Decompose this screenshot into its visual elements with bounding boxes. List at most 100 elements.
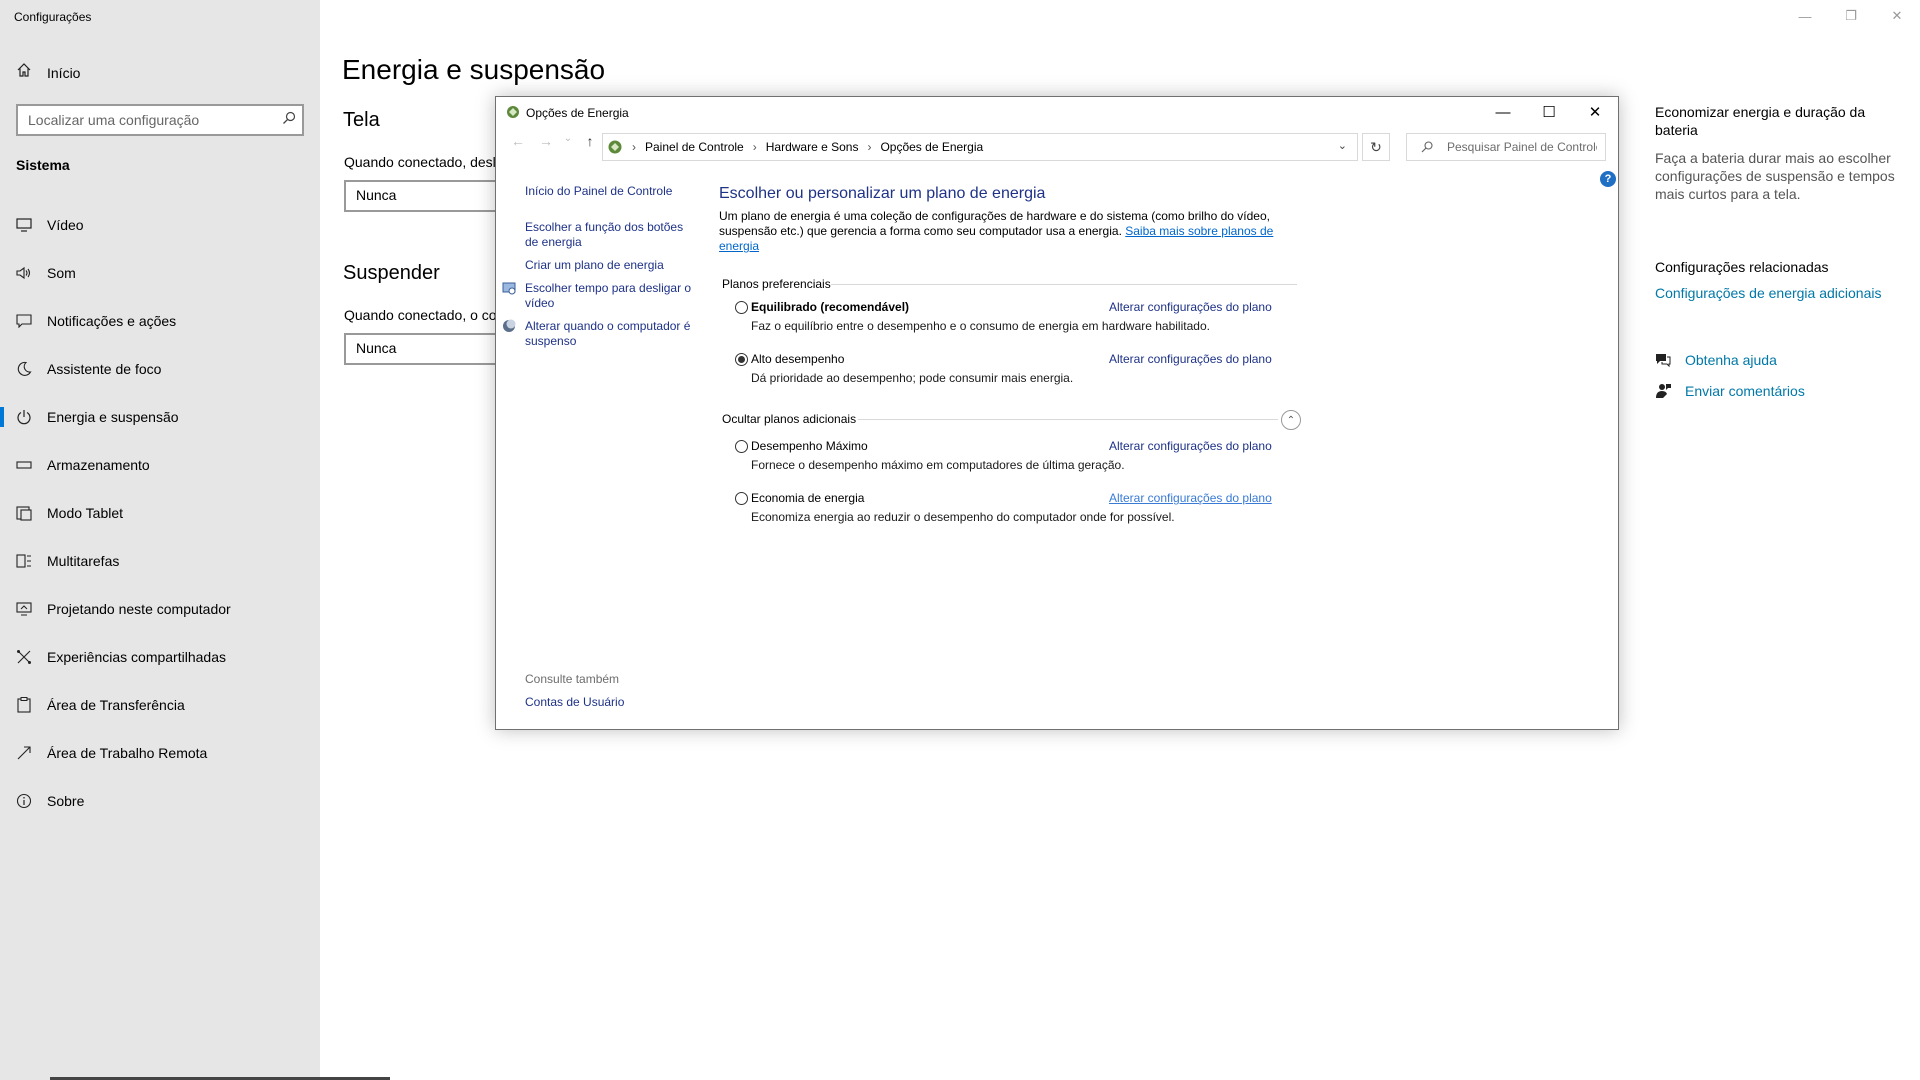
address-dropdown-icon[interactable]: ⌄ xyxy=(1338,139,1347,152)
sidebar-item-clipboard[interactable]: Área de Transferência xyxy=(0,681,320,729)
app-title: Configurações xyxy=(14,10,92,24)
refresh-icon[interactable]: ↻ xyxy=(1362,133,1390,161)
sidebar-item-label: Multitarefas xyxy=(47,553,120,569)
sidebar-item-about[interactable]: Sobre xyxy=(0,777,320,825)
search-icon xyxy=(1421,141,1433,153)
preferred-plans-heading: Planos preferenciais xyxy=(722,277,831,291)
change-plan-settings-link[interactable]: Alterar configurações do plano xyxy=(1109,491,1272,505)
breadcrumb-chevron-icon: › xyxy=(867,140,872,154)
sidebar-item-sound[interactable]: Som xyxy=(0,249,320,297)
create-plan-link[interactable]: Criar um plano de energia xyxy=(525,258,695,272)
monitor-icon xyxy=(16,217,32,233)
sidebar-item-video[interactable]: Vídeo xyxy=(0,201,320,249)
sidebar-item-notifications[interactable]: Notificações e ações xyxy=(0,297,320,345)
page-heading: Escolher ou personalizar um plano de ene… xyxy=(719,185,1046,202)
back-arrow-icon[interactable]: ← xyxy=(504,133,532,149)
forward-arrow-icon[interactable]: → xyxy=(532,133,560,149)
storage-icon xyxy=(16,457,32,473)
maximize-icon[interactable]: ☐ xyxy=(1526,97,1572,127)
plan-name: Desempenho Máximo xyxy=(751,439,868,453)
minimize-icon[interactable]: — xyxy=(1480,97,1526,127)
sidebar-item-storage[interactable]: Armazenamento xyxy=(0,441,320,489)
plan-name: Equilibrado (recomendável) xyxy=(751,300,910,314)
power-buttons-link[interactable]: Escolher a função dos botões de energia xyxy=(525,220,695,250)
sleep-timeout-link[interactable]: Alterar quando o computador é suspenso xyxy=(525,319,695,349)
breadcrumb-item[interactable]: Hardware e Sons xyxy=(766,140,859,154)
user-accounts-link[interactable]: Contas de Usuário xyxy=(525,695,624,709)
remote-desktop-icon xyxy=(16,745,32,761)
sleep-heading: Suspender xyxy=(343,262,440,284)
sleep-timeout-item[interactable]: Alterar quando o computador é suspenso xyxy=(503,319,695,349)
sidebar-item-multitasking[interactable]: Multitarefas xyxy=(0,537,320,585)
settings-sidebar: Configurações Início Sistema Vídeo Som N… xyxy=(0,0,320,1080)
change-plan-settings-link[interactable]: Alterar configurações do plano xyxy=(1109,300,1272,314)
breadcrumb-item[interactable]: Painel de Controle xyxy=(645,140,744,154)
plan-description: Dá prioridade ao desempenho; pode consum… xyxy=(751,371,1074,385)
sidebar-item-label: Assistente de foco xyxy=(47,361,162,377)
screen-plugged-label: Quando conectado, desli xyxy=(344,154,499,170)
power-options-window: Opções de Energia — ☐ ✕ ← → ⌄ ↑ › Painel… xyxy=(495,96,1619,730)
see-also-heading: Consulte também xyxy=(525,672,620,686)
control-panel-search-box[interactable] xyxy=(1406,133,1606,161)
close-icon[interactable]: ✕ xyxy=(1572,97,1618,127)
sidebar-item-power-sleep[interactable]: Energia e suspensão xyxy=(0,393,320,441)
sidebar-item-shared-experiences[interactable]: Experiências compartilhadas xyxy=(0,633,320,681)
search-icon[interactable] xyxy=(282,111,296,125)
section-label-system: Sistema xyxy=(16,157,70,173)
plan-radio-selected[interactable] xyxy=(735,353,748,366)
settings-window-controls: — ❐ ✕ xyxy=(1782,0,1920,32)
send-feedback-link[interactable]: Enviar comentários xyxy=(1685,383,1805,399)
window-controls: — ☐ ✕ xyxy=(1480,97,1618,127)
multitasking-icon xyxy=(16,553,32,569)
help-icon[interactable]: ? xyxy=(1600,171,1616,187)
sidebar-item-tablet-mode[interactable]: Modo Tablet xyxy=(0,489,320,537)
display-timeout-link[interactable]: Escolher tempo para desligar o vídeo xyxy=(525,281,695,311)
control-panel-search-input[interactable] xyxy=(1447,140,1597,154)
address-bar[interactable]: › Painel de Controle › Hardware e Sons ›… xyxy=(602,133,1358,161)
additional-power-settings-link[interactable]: Configurações de energia adicionais xyxy=(1655,285,1881,301)
breadcrumb-chevron-icon: › xyxy=(752,140,757,154)
sidebar-item-focus-assist[interactable]: Assistente de foco xyxy=(0,345,320,393)
change-plan-settings-link[interactable]: Alterar configurações do plano xyxy=(1109,439,1272,453)
sidebar-item-projecting[interactable]: Projetando neste computador xyxy=(0,585,320,633)
sidebar-item-remote-desktop[interactable]: Área de Trabalho Remota xyxy=(0,729,320,777)
screen-heading: Tela xyxy=(343,109,380,131)
settings-search-box[interactable] xyxy=(16,104,304,136)
sidebar-item-label: Área de Trabalho Remota xyxy=(47,745,208,761)
collapse-chevron-icon[interactable]: ⌃ xyxy=(1281,410,1301,430)
close-icon[interactable]: ✕ xyxy=(1874,0,1920,32)
settings-search-input[interactable] xyxy=(28,112,268,128)
control-panel-icon xyxy=(607,139,623,155)
hidden-plans-heading[interactable]: Ocultar planos adicionais xyxy=(722,412,856,426)
window-title: Opções de Energia xyxy=(526,106,629,120)
get-help-item[interactable]: Obtenha ajuda xyxy=(1655,352,1777,368)
navigation-buttons: ← → ⌄ ↑ xyxy=(504,133,604,149)
feedback-icon xyxy=(1655,383,1671,399)
help-chat-icon xyxy=(1655,352,1671,368)
sidebar-item-label: Modo Tablet xyxy=(47,505,124,521)
breadcrumb-item[interactable]: Opções de Energia xyxy=(880,140,983,154)
get-help-link[interactable]: Obtenha ajuda xyxy=(1685,352,1777,368)
restore-icon[interactable]: ❐ xyxy=(1828,0,1874,32)
up-arrow-icon[interactable]: ↑ xyxy=(576,133,604,149)
change-plan-settings-link[interactable]: Alterar configurações do plano xyxy=(1109,352,1272,366)
moon-sleep-icon xyxy=(502,319,516,333)
notification-icon xyxy=(16,313,32,329)
home-link[interactable]: Início xyxy=(16,62,80,83)
home-icon xyxy=(16,62,32,83)
sleep-timeout-value: Nunca xyxy=(356,340,397,356)
plan-radio[interactable] xyxy=(735,440,748,453)
plan-radio[interactable] xyxy=(735,492,748,505)
power-icon xyxy=(16,409,32,425)
control-panel-home-link[interactable]: Início do Painel de Controle xyxy=(525,184,695,198)
sidebar-item-label: Energia e suspensão xyxy=(47,409,179,425)
tablet-icon xyxy=(16,505,32,521)
display-timeout-item[interactable]: Escolher tempo para desligar o vídeo xyxy=(502,281,695,311)
recent-chevron-icon[interactable]: ⌄ xyxy=(560,133,576,149)
feedback-item[interactable]: Enviar comentários xyxy=(1655,383,1805,399)
plan-description: Economiza energia ao reduzir o desempenh… xyxy=(751,510,1175,524)
minimize-icon[interactable]: — xyxy=(1782,0,1828,32)
moon-icon xyxy=(16,361,32,377)
plan-radio[interactable] xyxy=(735,301,748,314)
sidebar-item-label: Área de Transferência xyxy=(47,697,185,713)
